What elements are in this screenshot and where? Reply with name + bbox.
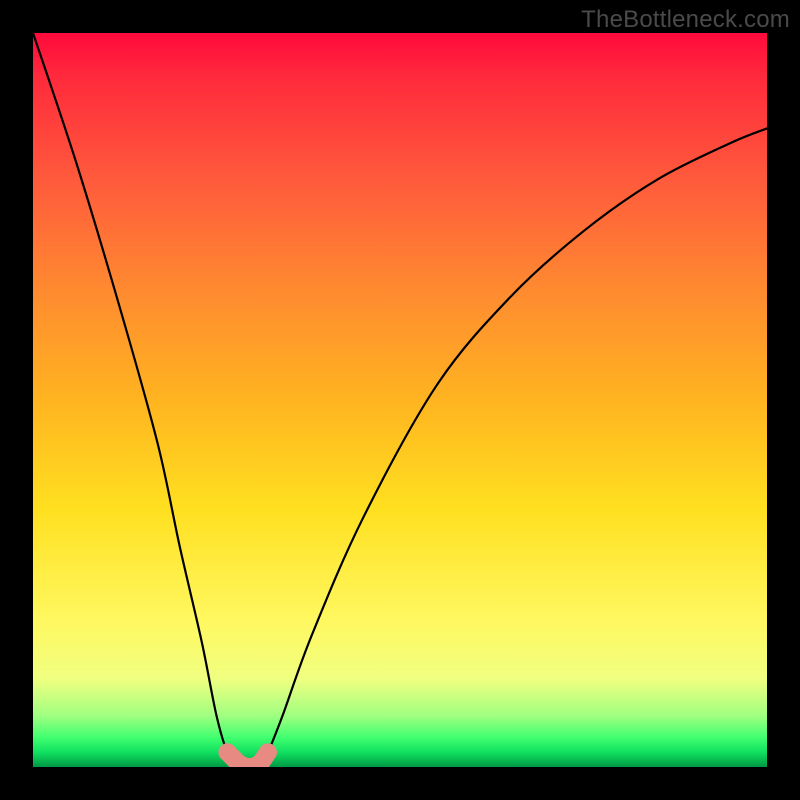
curve-layer bbox=[33, 33, 767, 767]
minimum-markers bbox=[219, 743, 277, 767]
bottleneck-curve bbox=[33, 33, 767, 767]
minimum-marker bbox=[259, 743, 277, 761]
chart-frame: TheBottleneck.com bbox=[0, 0, 800, 800]
plot-area bbox=[33, 33, 767, 767]
attribution-text: TheBottleneck.com bbox=[581, 6, 790, 34]
